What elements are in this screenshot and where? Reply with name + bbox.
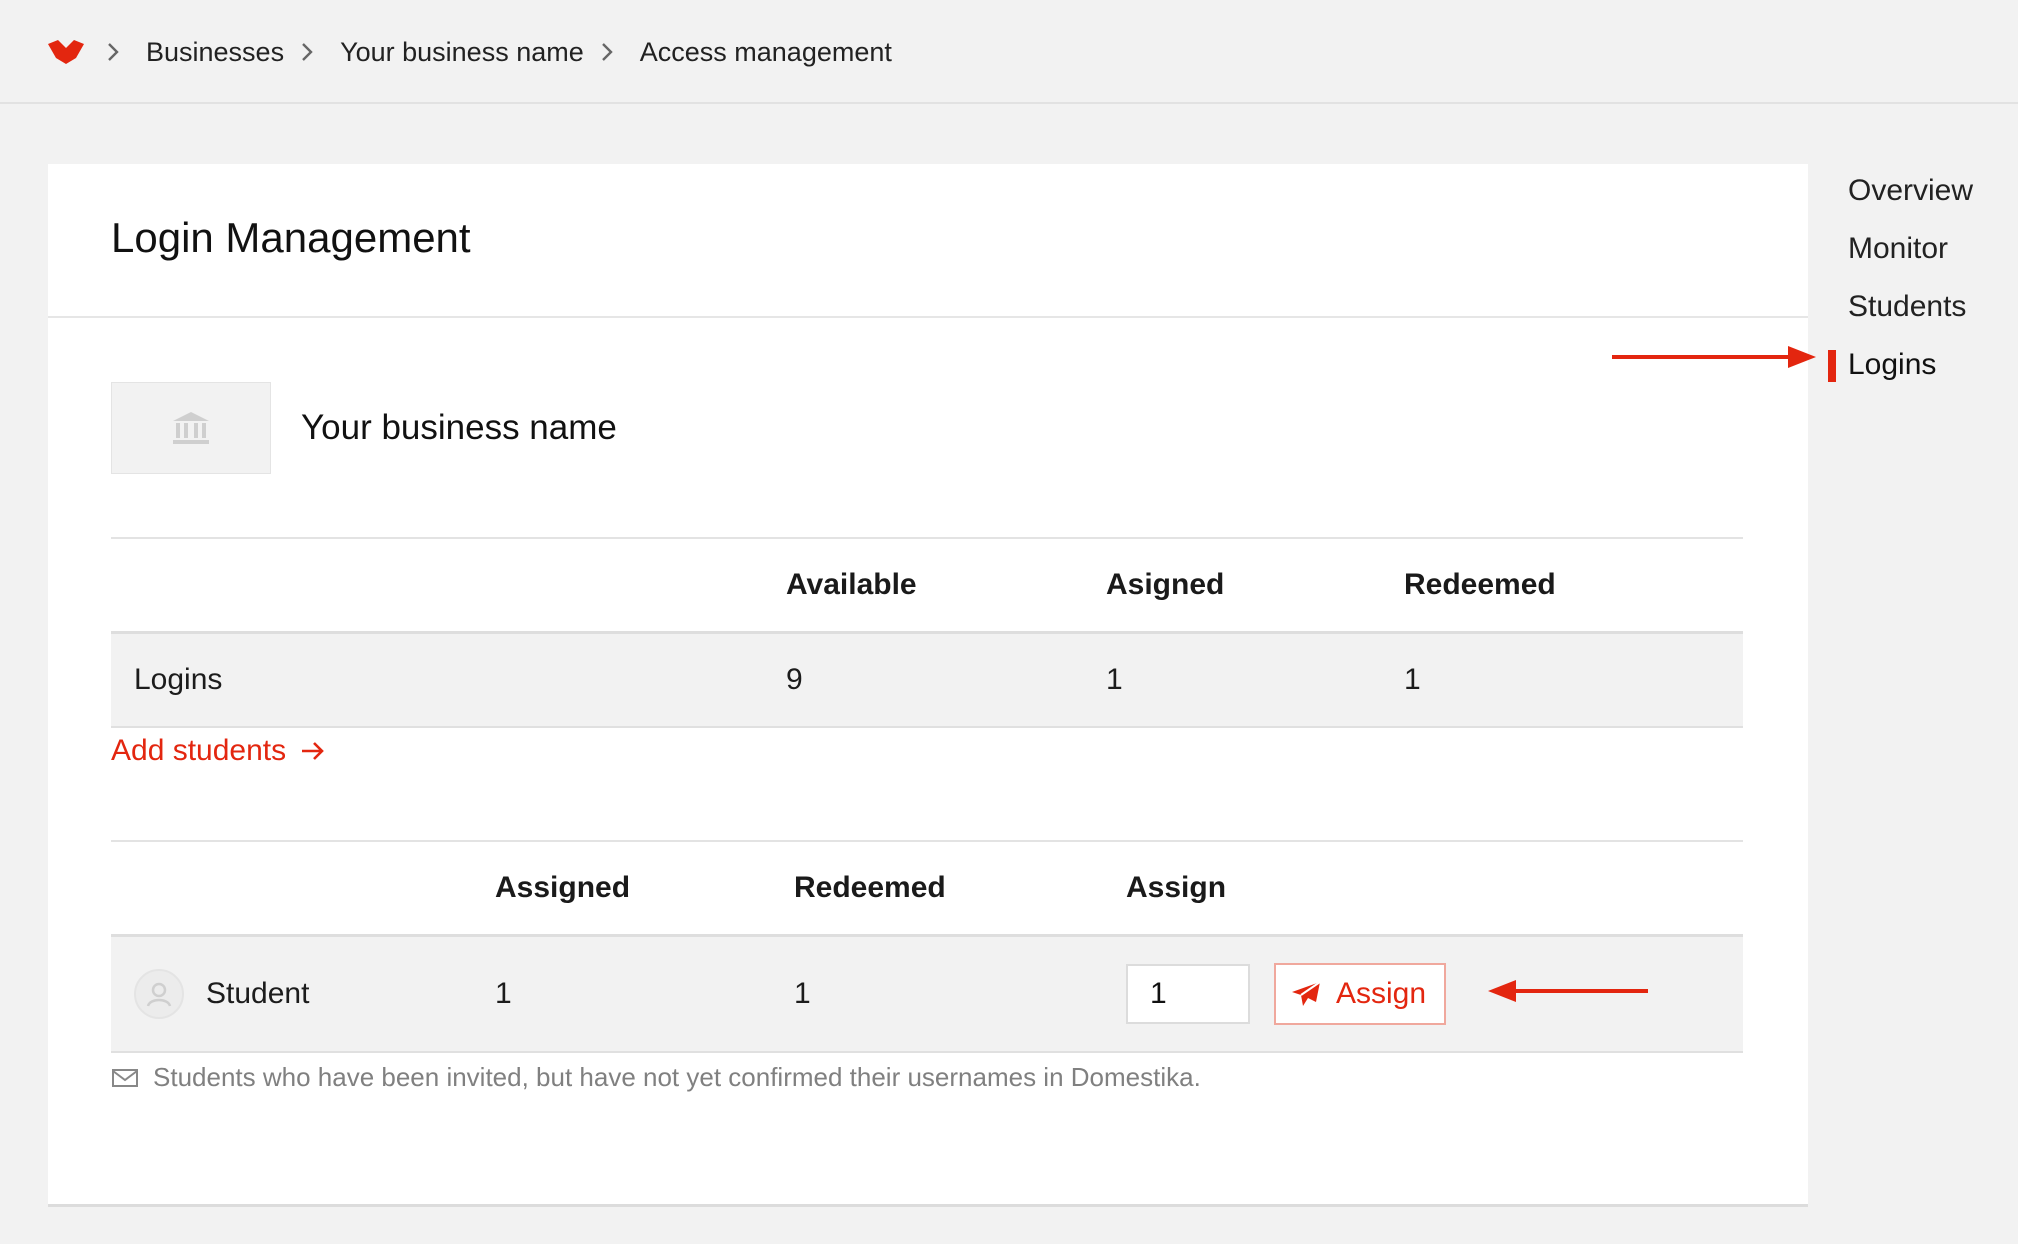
students-table: Assigned Redeemed Assign Student 1 1 1 A…	[111, 840, 1743, 1053]
envelope-icon	[112, 1068, 138, 1087]
user-avatar-icon	[134, 969, 184, 1019]
column-header-asigned: Asigned	[1106, 568, 1225, 601]
breadcrumb: Businesses Your business name Access man…	[100, 30, 892, 74]
page-title: Login Management	[111, 214, 471, 261]
breadcrumb-business-name[interactable]: Your business name	[340, 37, 584, 68]
arrow-right-icon	[302, 742, 324, 760]
asigned-value: 1	[1106, 663, 1123, 696]
add-students-label: Add students	[111, 734, 287, 767]
column-header-available: Available	[786, 568, 917, 601]
chevron-right-icon	[100, 39, 126, 65]
table-header: Available Asigned Redeemed	[111, 537, 1743, 634]
table-row: Logins 9 1 1	[111, 634, 1743, 728]
breadcrumb-businesses[interactable]: Businesses	[146, 37, 284, 68]
logins-table: Available Asigned Redeemed Logins 9 1 1	[111, 537, 1743, 728]
column-header-redeemed: Redeemed	[1404, 568, 1556, 601]
side-nav: Overview Monitor Students Logins	[1827, 162, 1973, 394]
column-header-redeemed: Redeemed	[794, 871, 946, 904]
assigned-value: 1	[495, 977, 512, 1010]
chevron-right-icon	[594, 39, 620, 65]
student-name: Student	[184, 959, 332, 1029]
row-label: Logins	[134, 663, 223, 696]
add-students-link[interactable]: Add students	[111, 734, 326, 768]
nav-overview[interactable]: Overview	[1848, 162, 1973, 220]
available-value: 9	[786, 663, 803, 696]
nav-logins[interactable]: Logins	[1827, 336, 1973, 394]
assign-button[interactable]: Assign	[1274, 963, 1447, 1025]
annotation-arrow-icon	[1488, 980, 1648, 1002]
login-management-card: Login Management Your business name Avai…	[48, 164, 1808, 1207]
bank-icon	[173, 412, 209, 444]
domestika-logo-icon[interactable]	[46, 38, 86, 66]
nav-monitor[interactable]: Monitor	[1848, 220, 1973, 278]
breadcrumb-access-management[interactable]: Access management	[640, 37, 892, 68]
redeemed-value: 1	[794, 977, 811, 1010]
column-header-assign: Assign	[1126, 871, 1227, 904]
column-header-assigned: Assigned	[495, 871, 631, 904]
annotation-arrow-icon	[1612, 346, 1816, 368]
card-header: Login Management	[48, 164, 1808, 318]
redeemed-value: 1	[1404, 663, 1421, 696]
assign-quantity-input[interactable]	[1126, 964, 1250, 1024]
invited-note: Students who have been invited, but have…	[111, 1062, 1201, 1093]
chevron-right-icon	[294, 39, 320, 65]
business-name: Your business name	[301, 408, 617, 447]
invited-note-text: Students who have been invited, but have…	[153, 1062, 1201, 1092]
assign-button-label: Assign	[1336, 977, 1427, 1010]
send-icon	[1292, 981, 1321, 1006]
business-logo-placeholder	[111, 382, 271, 474]
table-header: Assigned Redeemed Assign	[111, 840, 1743, 937]
business-info: Your business name	[111, 382, 617, 474]
nav-students[interactable]: Students	[1848, 278, 1973, 336]
assign-controls: Assign	[1126, 937, 1447, 1051]
top-bar: Businesses Your business name Access man…	[0, 0, 2018, 104]
student-cell: Student	[134, 937, 332, 1051]
